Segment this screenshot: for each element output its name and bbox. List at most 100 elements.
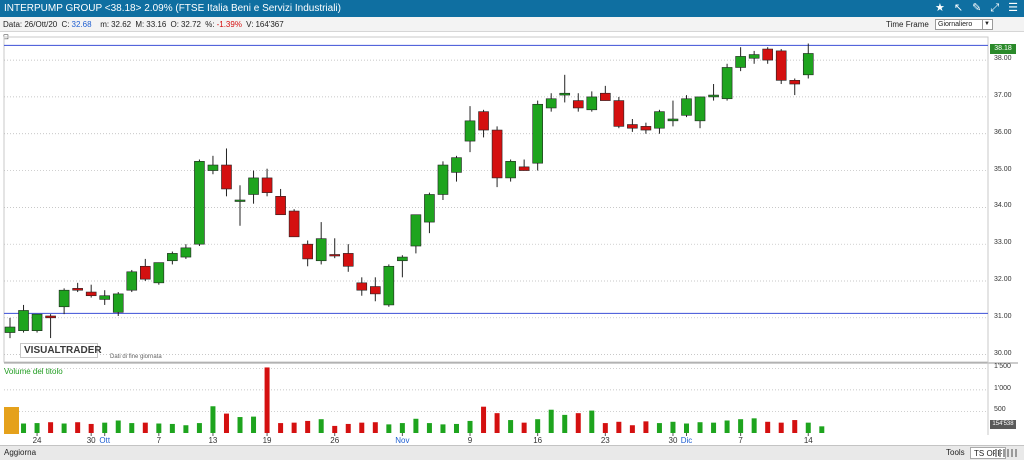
tools-button[interactable]: Tools xyxy=(946,446,965,460)
candle-body xyxy=(451,157,462,173)
x-tick-label: 7 xyxy=(738,436,743,445)
volume-bar xyxy=(169,423,175,433)
volume-bar xyxy=(711,422,717,433)
volume-bar xyxy=(562,414,568,433)
volume-bar xyxy=(223,413,229,433)
candle-body xyxy=(464,120,476,142)
candle-body xyxy=(153,262,165,284)
candle-body xyxy=(72,288,83,291)
volume-bar xyxy=(805,422,811,433)
volume-bar xyxy=(278,423,284,433)
x-tick-label: Dic xyxy=(680,436,693,445)
candle-body xyxy=(85,291,97,297)
candle-body xyxy=(789,80,801,85)
update-button[interactable]: Aggiorna xyxy=(4,446,36,460)
candle-body xyxy=(613,100,625,127)
candle-body xyxy=(640,126,652,131)
candle-body xyxy=(600,92,611,101)
candle-body xyxy=(329,254,341,257)
last-volume-tag: 154'538 xyxy=(990,420,1016,429)
volume-bar xyxy=(129,423,135,433)
candle-body xyxy=(370,286,381,295)
candle-body xyxy=(342,253,354,267)
candle-body xyxy=(31,313,43,332)
volume-bar xyxy=(264,367,270,433)
x-tick-label: 30 xyxy=(86,436,96,445)
volume-bar xyxy=(183,425,189,433)
candle-body xyxy=(261,177,273,193)
volume-bar xyxy=(819,426,825,433)
volume-bar xyxy=(494,413,500,433)
volume-bar xyxy=(670,421,676,433)
volume-bar xyxy=(440,424,446,433)
candle-body xyxy=(167,253,178,262)
candle-body xyxy=(112,293,124,313)
volume-bar xyxy=(251,416,257,433)
volume-tick-label: 1'500 xyxy=(994,363,1011,371)
candle-body xyxy=(410,214,422,247)
volume-bar xyxy=(156,423,162,433)
x-tick-label: 9 xyxy=(467,436,473,445)
candle-body xyxy=(207,164,219,171)
volume-bar xyxy=(778,422,784,433)
candle-body xyxy=(288,210,300,238)
candle-body xyxy=(140,265,151,280)
volume-bar xyxy=(656,423,662,433)
volume-bar xyxy=(142,422,148,433)
candle-body xyxy=(654,111,665,129)
price-tick-label: 32.00 xyxy=(994,276,1012,283)
volume-bar xyxy=(453,423,459,433)
x-tick-label: 30 xyxy=(668,436,678,445)
volume-bar xyxy=(535,419,541,433)
candle-body xyxy=(248,177,259,195)
candle-body xyxy=(221,164,232,190)
volume-bar xyxy=(426,423,432,433)
candle-body xyxy=(383,265,395,306)
volume-bar xyxy=(359,422,365,433)
volume-bar xyxy=(751,418,757,433)
candle-body xyxy=(802,53,814,76)
price-tick-label: 33.00 xyxy=(994,239,1012,247)
volume-bar xyxy=(738,419,744,433)
candle-body xyxy=(194,161,205,245)
x-tick-label: 19 xyxy=(262,436,272,445)
candle-body xyxy=(58,289,70,308)
volume-bar xyxy=(399,423,405,433)
volume-bar xyxy=(697,422,703,433)
volume-bar xyxy=(629,425,635,433)
candle-body xyxy=(126,271,138,291)
side-panel-toggle[interactable] xyxy=(4,407,19,434)
volume-bar xyxy=(413,418,419,433)
candle-body xyxy=(397,256,408,262)
volume-bar xyxy=(291,422,297,433)
candle-body xyxy=(721,67,733,100)
x-tick-label: 24 xyxy=(32,436,42,445)
brand-logo: VISUALTRADER xyxy=(20,343,102,358)
candle-body xyxy=(735,56,746,68)
price-tick-label: 34.00 xyxy=(994,202,1012,210)
price-tick-label: 37.00 xyxy=(994,91,1012,99)
candle-body xyxy=(275,196,286,216)
candle-body xyxy=(437,164,449,195)
candle-body xyxy=(748,54,760,59)
volume-bar xyxy=(602,423,608,433)
volume-bar xyxy=(724,420,730,433)
price-tick-label: 36.00 xyxy=(994,128,1012,136)
volume-bar xyxy=(61,423,67,433)
x-tick-label: 7 xyxy=(156,436,162,445)
price-chart[interactable] xyxy=(0,0,1024,460)
volume-bar xyxy=(318,419,324,433)
volume-bar xyxy=(237,417,243,433)
candle-body xyxy=(505,161,516,179)
x-tick-label: Ott xyxy=(99,436,111,445)
volume-bar xyxy=(115,420,121,433)
volume-bar xyxy=(102,422,108,433)
resize-grip-icon[interactable] xyxy=(995,449,1017,457)
volume-bar xyxy=(372,422,378,433)
candle-body xyxy=(302,243,313,260)
volume-bar xyxy=(548,409,554,433)
price-tick-label: 31.00 xyxy=(994,312,1012,320)
volume-bar xyxy=(332,425,338,433)
brand-subtitle: Dati di fine giornata xyxy=(110,354,162,360)
candle-body xyxy=(559,92,571,96)
